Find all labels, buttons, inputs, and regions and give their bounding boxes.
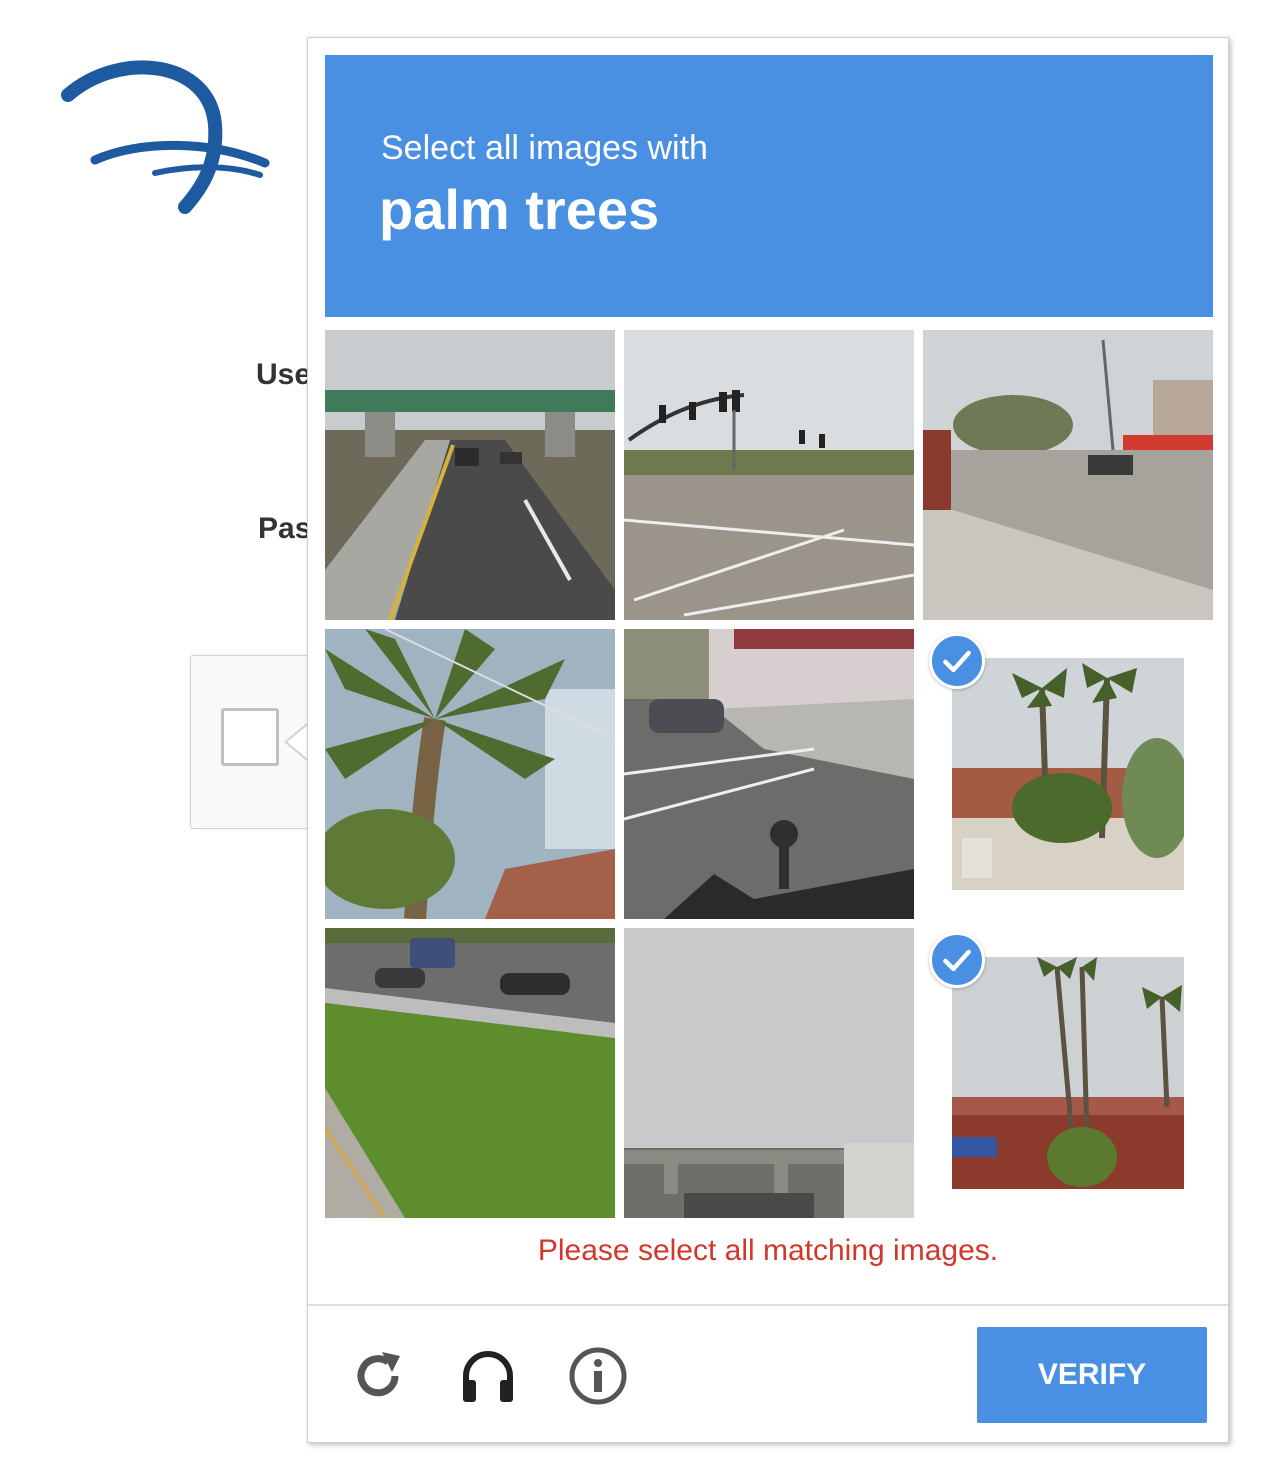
selected-check-icon xyxy=(929,633,985,689)
tile-image xyxy=(952,957,1184,1189)
tile-palm-trees-storefront[interactable] xyxy=(923,928,1213,1218)
tile-image xyxy=(624,330,914,620)
tile-image xyxy=(624,629,914,919)
tile-street-crosswalk[interactable] xyxy=(624,629,914,919)
tile-image xyxy=(624,928,914,1218)
reload-icon[interactable] xyxy=(348,1346,408,1406)
challenge-target: palm trees xyxy=(379,178,660,241)
tile-highway-overpass[interactable] xyxy=(325,330,615,620)
tile-palm-trees-building[interactable] xyxy=(923,629,1213,919)
tile-cloudy-sky-overpass[interactable] xyxy=(624,928,914,1218)
tile-palm-tree-closeup[interactable] xyxy=(325,629,615,919)
challenge-header: Select all images with palm trees xyxy=(325,55,1213,317)
footer-divider xyxy=(308,1304,1228,1306)
tile-image xyxy=(325,629,615,919)
tile-image xyxy=(923,330,1213,620)
selected-check-icon xyxy=(929,932,985,988)
tile-image xyxy=(325,928,615,1218)
error-message: Please select all matching images. xyxy=(537,1234,999,1267)
audio-headphones-icon[interactable] xyxy=(458,1346,518,1406)
tile-highway-grass[interactable] xyxy=(325,928,615,1218)
tile-image xyxy=(325,330,615,620)
recaptcha-challenge-dialog: Select all images with palm trees Please… xyxy=(307,37,1229,1443)
info-icon[interactable] xyxy=(568,1346,628,1406)
password-label: Pas xyxy=(258,512,312,545)
recaptcha-checkbox[interactable] xyxy=(221,708,279,766)
tile-image xyxy=(952,658,1184,890)
site-logo xyxy=(61,60,270,214)
tile-traffic-lights-intersection[interactable] xyxy=(624,330,914,620)
username-label: Use xyxy=(256,358,312,391)
tile-gas-station-street[interactable] xyxy=(923,330,1213,620)
verify-button[interactable]: VERIFY xyxy=(977,1327,1207,1423)
challenge-instruction: Select all images with xyxy=(381,129,708,167)
